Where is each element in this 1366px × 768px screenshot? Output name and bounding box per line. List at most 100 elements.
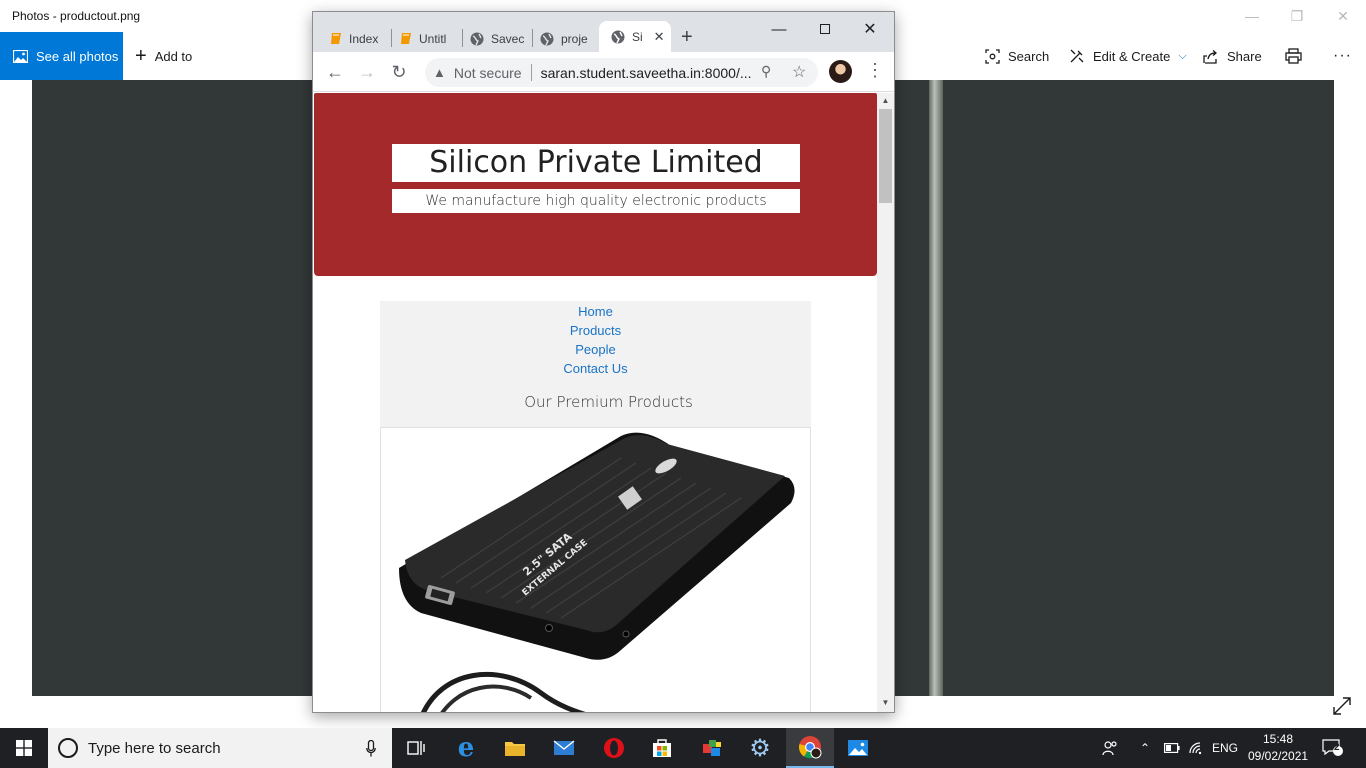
tab-label: Untitl — [419, 31, 447, 46]
opera-icon[interactable] — [590, 728, 638, 768]
more-options-icon[interactable]: ··· — [1333, 32, 1352, 80]
photo-edge — [929, 80, 943, 696]
photos-taskbar-icon[interactable] — [834, 728, 882, 768]
globe-icon — [611, 30, 625, 43]
cortana-icon — [58, 738, 78, 758]
add-to-label: Add to — [154, 48, 193, 64]
scroll-up-icon[interactable]: ▲ — [880, 96, 891, 106]
store-icon[interactable] — [638, 728, 686, 768]
new-tab-button[interactable]: + — [681, 26, 693, 49]
search-placeholder[interactable]: Type here to search — [88, 740, 221, 757]
taskbar: Type here to search e ⚙ ⌃ ENG 15:48 09/0… — [0, 728, 1366, 768]
company-name: Silicon Private Limited — [392, 144, 800, 182]
tab-index[interactable]: Index — [315, 25, 393, 52]
product-power-jack — [622, 630, 630, 638]
maximize-icon[interactable] — [803, 16, 847, 42]
clock-time: 15:48 — [1262, 732, 1294, 746]
not-secure-label[interactable]: Not secure — [454, 65, 522, 81]
nav-link-home[interactable]: Home — [380, 304, 811, 319]
restore-icon[interactable]: ❐ — [1284, 6, 1310, 26]
address-bar: ← → ↻ ▲ Not secure saran.student.saveeth… — [313, 52, 894, 92]
zoom-icon[interactable]: ⚲ — [761, 63, 771, 80]
close-tab-icon[interactable]: ✕ — [654, 29, 665, 45]
tab-label: Index — [349, 31, 379, 46]
language-indicator[interactable]: ENG — [1212, 728, 1238, 768]
forward-arrow-icon[interactable]: → — [355, 60, 379, 84]
section-title: Our Premium Products — [524, 393, 693, 411]
microphone-icon[interactable] — [366, 740, 376, 757]
chrome-taskbar-icon[interactable] — [786, 728, 834, 768]
book-icon — [331, 33, 341, 44]
close-window-icon[interactable]: ✕ — [848, 16, 892, 42]
print-icon — [1285, 48, 1302, 64]
minimize-icon[interactable]: — — [1239, 6, 1265, 26]
share-icon — [1203, 49, 1218, 64]
taskbar-search[interactable]: Type here to search — [48, 728, 392, 768]
file-explorer-icon[interactable] — [491, 728, 539, 768]
see-all-photos-button[interactable]: See all photos — [0, 32, 123, 80]
edit-create-button[interactable]: Edit & Create ⌵ — [1069, 32, 1187, 80]
tab-untitled[interactable]: Untitl — [385, 25, 462, 52]
chevron-down-icon: ⌵ — [1178, 49, 1187, 62]
search-button[interactable]: Search — [985, 32, 1049, 80]
tab-label: Si — [632, 29, 643, 44]
task-view-icon[interactable] — [392, 728, 440, 768]
see-all-photos-label: See all photos — [36, 48, 119, 64]
photos-icon — [13, 49, 28, 63]
notification-center-icon[interactable]: 2 — [1322, 728, 1344, 768]
hero-banner: Silicon Private Limited We manufacture h… — [314, 93, 877, 276]
browser-window: Index Untitl Savec proje Si ✕ + — ✕ ← → … — [312, 11, 895, 713]
tab-label: Savec — [491, 31, 525, 46]
url-field[interactable]: ▲ Not secure saran.student.saveetha.in:8… — [425, 58, 818, 87]
page-viewport: Silicon Private Limited We manufacture h… — [313, 93, 877, 712]
windows-logo-icon — [16, 740, 32, 756]
visual-search-icon — [985, 48, 1000, 64]
notification-count: 2 — [1334, 742, 1340, 753]
nav-link-people[interactable]: People — [380, 342, 811, 357]
mail-icon[interactable] — [540, 728, 588, 768]
bookmark-star-icon[interactable]: ☆ — [792, 62, 806, 82]
nav-link-contact[interactable]: Contact Us — [380, 361, 811, 376]
close-icon[interactable]: ✕ — [1330, 6, 1356, 26]
scrollbar-thumb[interactable] — [879, 109, 892, 203]
add-to-button[interactable]: + Add to — [135, 32, 192, 80]
plus-icon: + — [135, 44, 147, 67]
product-cable — [440, 684, 533, 712]
chevron-up-icon[interactable]: ⌃ — [1140, 728, 1150, 768]
back-arrow-icon[interactable]: ← — [323, 60, 347, 84]
tab-project[interactable]: proje — [525, 25, 600, 52]
app-launcher-icon[interactable] — [688, 728, 736, 768]
start-button[interactable] — [0, 728, 48, 768]
edit-icon — [1070, 49, 1084, 63]
tab-silicon-active[interactable]: Si ✕ — [599, 21, 671, 52]
scroll-down-icon[interactable]: ▼ — [880, 698, 891, 708]
edit-create-label: Edit & Create — [1093, 48, 1171, 64]
browser-menu-icon[interactable]: ⋮ — [866, 60, 884, 81]
tab-saved[interactable]: Savec — [455, 25, 532, 52]
fullscreen-expand-icon[interactable] — [1330, 694, 1354, 718]
profile-avatar[interactable] — [829, 60, 852, 83]
globe-icon — [540, 32, 554, 45]
book-icon — [401, 33, 411, 44]
wifi-icon[interactable] — [1188, 728, 1204, 768]
settings-gear-icon[interactable]: ⚙ — [736, 728, 784, 768]
minimize-icon[interactable]: — — [757, 16, 801, 42]
people-icon[interactable] — [1102, 728, 1118, 768]
nav-link-products[interactable]: Products — [380, 323, 811, 338]
site-nav: Home Products People Contact Us Our Prem… — [380, 301, 811, 427]
print-button[interactable] — [1285, 32, 1302, 80]
reload-icon[interactable]: ↻ — [387, 60, 411, 84]
product-card: 2.5" SATA EXTERNAL CASE — [380, 427, 811, 712]
url-text[interactable]: saran.student.saveetha.in:8000/... — [541, 65, 752, 81]
system-clock[interactable]: 15:48 09/02/2021 — [1248, 731, 1308, 765]
company-tagline: We manufacture high quality electronic p… — [392, 189, 800, 213]
photos-window-title: Photos - productout.png — [12, 9, 141, 23]
battery-icon[interactable] — [1164, 728, 1180, 768]
share-label: Share — [1227, 48, 1262, 64]
product-led — [545, 624, 553, 632]
share-button[interactable]: Share — [1203, 32, 1262, 80]
product-image[interactable]: 2.5" SATA EXTERNAL CASE — [381, 428, 812, 712]
warning-icon[interactable]: ▲ — [433, 65, 446, 80]
globe-icon — [470, 32, 484, 45]
edge-icon[interactable]: e — [442, 728, 490, 768]
